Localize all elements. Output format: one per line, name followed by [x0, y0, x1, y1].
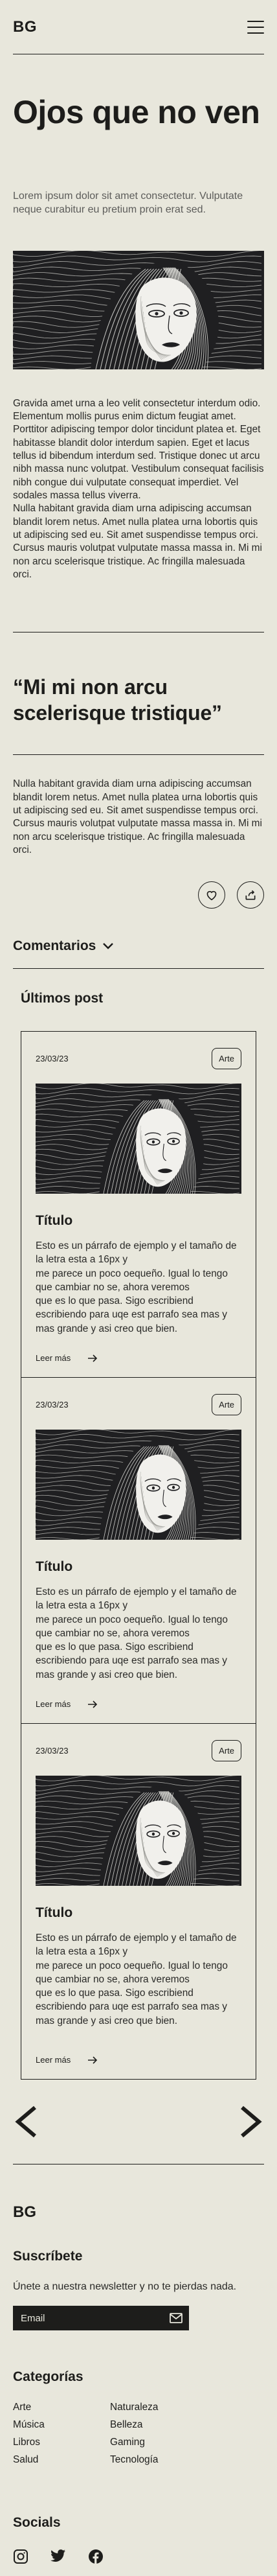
footer-logo[interactable]: BG: [13, 2203, 264, 2222]
share-button[interactable]: [237, 881, 264, 909]
twitter-icon[interactable]: [50, 2549, 66, 2564]
post-card[interactable]: 23/03/23 Arte Título Esto es un párrafo …: [21, 1378, 256, 1724]
post-category-tag[interactable]: Arte: [212, 1393, 241, 1415]
social-links: [13, 2549, 264, 2564]
read-more-label: Leer más: [36, 1699, 71, 1710]
site-logo[interactable]: BG: [13, 18, 37, 36]
article-body: Gravida amet urna a leo velit consectetu…: [13, 397, 264, 582]
hamburger-menu-icon[interactable]: [247, 20, 264, 34]
post-title[interactable]: Título: [36, 1213, 241, 1229]
pull-quote: “Mi mi non arcu scelerisque tristique”: [13, 675, 222, 725]
post-excerpt: Esto es un párrafo de ejemplo y el tamañ…: [36, 1240, 237, 1334]
post-category-tag[interactable]: Arte: [212, 1047, 241, 1069]
arrow-right-icon: [88, 1354, 98, 1362]
post-excerpt: Esto es un párrafo de ejemplo y el tamañ…: [36, 1586, 237, 1680]
chevron-down-icon: [103, 943, 114, 949]
category-link-gaming[interactable]: Gaming: [110, 2437, 207, 2448]
post-card[interactable]: 23/03/23 Arte Título Esto es un párrafo …: [21, 1724, 256, 2079]
read-more-label: Leer más: [36, 1353, 71, 1363]
category-link-musica[interactable]: Música: [13, 2419, 110, 2431]
article-paragraph: Nulla habitant gravida diam urna adipisc…: [13, 778, 262, 855]
post-category-tag[interactable]: Arte: [212, 1739, 241, 1761]
article-actions: [13, 881, 264, 909]
divider: [13, 754, 264, 756]
mail-icon[interactable]: [170, 2313, 183, 2324]
site-header: BG: [13, 0, 264, 54]
categories-title: Categorías: [13, 2369, 83, 2385]
site-footer: BG Suscríbete Únete a nuestra newsletter…: [13, 2203, 264, 2564]
post-date: 23/03/23: [36, 1399, 69, 1410]
category-link-naturaleza[interactable]: Naturaleza: [110, 2402, 207, 2413]
post-date: 23/03/23: [36, 1745, 69, 1756]
instagram-icon[interactable]: [13, 2549, 28, 2564]
post-thumbnail-image[interactable]: [36, 1430, 241, 1540]
category-link-belleza[interactable]: Belleza: [110, 2419, 207, 2431]
comments-toggle[interactable]: Comentarios: [13, 933, 264, 959]
article-paragraph: Nulla habitant gravida diam urna adipisc…: [13, 503, 262, 580]
divider: [13, 968, 264, 969]
article-subtitle: Lorem ipsum dolor sit amet consectetur. …: [13, 191, 243, 215]
read-more-link[interactable]: Leer más: [36, 1699, 98, 1709]
post-excerpt: Esto es un párrafo de ejemplo y el tamañ…: [36, 1932, 237, 2026]
article-title: Ojos que no ven: [13, 94, 260, 130]
arrow-right-icon: [88, 2056, 98, 2064]
chevron-left-icon[interactable]: [13, 2105, 39, 2139]
heart-icon: [206, 891, 217, 901]
latest-posts-list: 23/03/23 Arte Título Esto es un párrafo …: [21, 1031, 256, 2080]
article: Ojos que no ven Lorem ipsum dolor sit am…: [0, 95, 277, 2564]
arrow-right-icon: [88, 1700, 98, 1708]
hero-artwork-image: [13, 250, 264, 369]
categories-list: Arte Naturaleza Música Belleza Libros Ga…: [13, 2402, 264, 2466]
newsletter-form: [13, 2306, 189, 2331]
comments-label: Comentarios: [13, 938, 96, 954]
post-card[interactable]: 23/03/23 Arte Título Esto es un párrafo …: [21, 1032, 256, 1378]
category-link-arte[interactable]: Arte: [13, 2402, 110, 2413]
latest-posts-title: Últimos post: [21, 991, 104, 1006]
facebook-icon[interactable]: [88, 2549, 104, 2564]
post-title[interactable]: Título: [36, 1559, 241, 1575]
category-link-libros[interactable]: Libros: [13, 2437, 110, 2448]
share-icon: [245, 890, 256, 900]
category-link-tecnologia[interactable]: Tecnología: [110, 2454, 207, 2466]
post-title[interactable]: Título: [36, 1905, 241, 1921]
read-more-label: Leer más: [36, 2055, 71, 2065]
post-date: 23/03/23: [36, 1053, 69, 1063]
category-link-salud[interactable]: Salud: [13, 2454, 110, 2466]
post-thumbnail-image[interactable]: [36, 1084, 241, 1194]
read-more-link[interactable]: Leer más: [36, 1353, 98, 1363]
newsletter-title: Suscríbete: [13, 2249, 83, 2264]
pull-quote-section: “Mi mi non arcu scelerisque tristique”: [13, 632, 264, 756]
email-input[interactable]: [21, 2312, 150, 2324]
newsletter-text: Únete a nuestra newsletter y no te pierd…: [13, 2281, 237, 2293]
read-more-link[interactable]: Leer más: [36, 2055, 98, 2065]
like-button[interactable]: [198, 881, 225, 909]
socials-title: Socials: [13, 2515, 61, 2531]
post-thumbnail-image[interactable]: [36, 1776, 241, 1886]
article-paragraph: Gravida amet urna a leo velit consectetu…: [13, 397, 264, 501]
pagination: [13, 2100, 264, 2143]
chevron-right-icon[interactable]: [238, 2105, 264, 2139]
